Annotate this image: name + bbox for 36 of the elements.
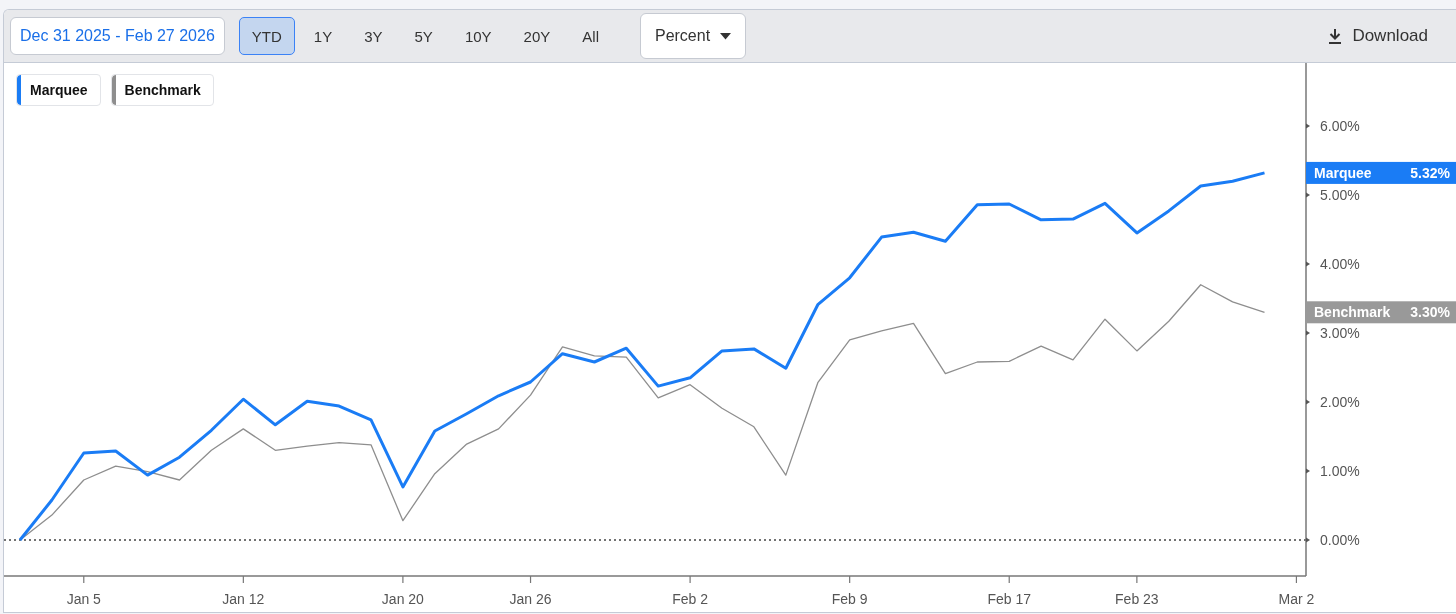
x-tick-label: Jan 20 bbox=[381, 591, 424, 607]
x-tick-label: Feb 2 bbox=[672, 591, 708, 607]
value-tag-label: Benchmark bbox=[1314, 304, 1391, 321]
period-tab[interactable]: 20Y bbox=[510, 17, 564, 55]
legend-chip[interactable]: Marquee bbox=[16, 74, 101, 106]
legend-chip[interactable]: Benchmark bbox=[110, 74, 214, 106]
value-tag-value: 3.30% bbox=[1410, 304, 1450, 321]
value-tag-label: Marquee bbox=[1314, 164, 1372, 181]
period-tab[interactable]: YTD bbox=[238, 17, 295, 55]
unit-dropdown[interactable]: Percent bbox=[639, 13, 747, 59]
x-tick-label: Feb 9 bbox=[831, 591, 868, 607]
period-tab[interactable]: 1Y bbox=[300, 17, 346, 55]
x-tick-label: Jan 26 bbox=[509, 591, 552, 607]
x-tick-label: Mar 2 bbox=[1278, 591, 1315, 607]
legend-label: Marquee bbox=[30, 82, 88, 98]
x-tick-label: Feb 23 bbox=[1115, 591, 1159, 607]
y-tick-label: 3.00% bbox=[1320, 325, 1360, 341]
y-tick-label: 0.00% bbox=[1320, 532, 1360, 548]
x-tick-label: Feb 17 bbox=[987, 591, 1031, 607]
y-tick-label: 6.00% bbox=[1320, 118, 1360, 134]
period-tab[interactable]: 10Y bbox=[451, 17, 505, 55]
x-tick-label: Jan 5 bbox=[66, 591, 101, 607]
caret-icon bbox=[720, 32, 732, 40]
period-tab[interactable]: 5Y bbox=[401, 17, 446, 55]
date-range-field[interactable]: Dec 31 2025 - Feb 27 2026 bbox=[10, 17, 225, 55]
value-tag-value: 5.32% bbox=[1410, 164, 1450, 181]
period-tab[interactable]: 3Y bbox=[351, 17, 396, 55]
download-icon bbox=[1328, 28, 1343, 44]
period-tab[interactable]: All bbox=[569, 17, 612, 55]
legend-label: Benchmark bbox=[124, 82, 201, 98]
y-tick-label: 1.00% bbox=[1320, 463, 1360, 479]
x-tick-label: Jan 12 bbox=[222, 591, 265, 607]
y-tick-label: 2.00% bbox=[1320, 394, 1360, 410]
y-tick-label: 5.00% bbox=[1320, 187, 1360, 203]
y-tick-label: 4.00% bbox=[1320, 256, 1360, 272]
download-button[interactable]: Download bbox=[1328, 26, 1450, 46]
